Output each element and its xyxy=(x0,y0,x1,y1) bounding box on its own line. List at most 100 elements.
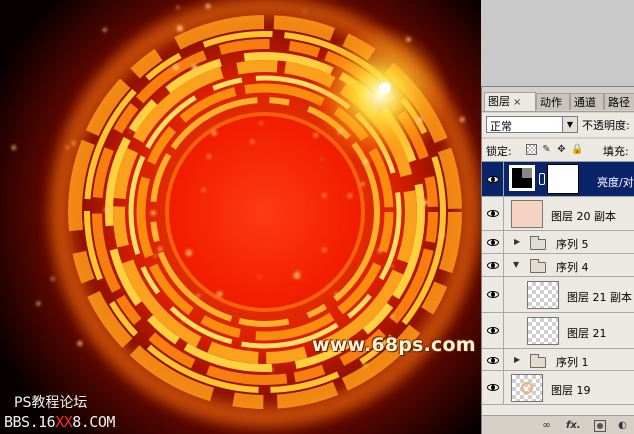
adjustment-icon[interactable]: ◐ xyxy=(616,419,629,432)
spark-particle xyxy=(268,366,274,373)
spark-particle xyxy=(459,116,466,123)
spark-particle xyxy=(259,121,263,125)
layer-group-row[interactable]: ▶ 序列 1 xyxy=(482,349,634,371)
spark-particle xyxy=(390,264,395,269)
layer-row[interactable]: 图层 21 xyxy=(482,313,634,349)
spark-particle xyxy=(248,348,251,352)
watermark-site-name: PS教程论坛 xyxy=(14,395,88,411)
spark-particle xyxy=(437,231,446,240)
spark-particle xyxy=(206,154,212,159)
layer-name: 序列 4 xyxy=(556,261,589,274)
spark-particle xyxy=(176,5,180,10)
chevron-right-icon[interactable]: ▶ xyxy=(514,355,520,364)
spark-particle xyxy=(204,2,212,10)
spark-particle xyxy=(303,10,307,13)
spark-particle xyxy=(321,157,324,160)
mask-icon[interactable] xyxy=(594,420,606,432)
close-icon[interactable]: × xyxy=(513,97,521,108)
layer-mask-thumbnail[interactable] xyxy=(547,164,579,194)
layer-group-row[interactable]: ▶ 序列 5 xyxy=(482,231,634,254)
link-icon[interactable] xyxy=(539,173,545,185)
spark-particle xyxy=(334,291,340,297)
lock-transparency-icon[interactable] xyxy=(526,144,537,155)
eye-icon[interactable] xyxy=(487,239,499,246)
opacity-label: 不透明度: xyxy=(582,119,630,132)
layers-panel: 图层 × 动作 通道 路径 正常 ▼ 不透明度: 锁定: ✎ ✥ 🔒 填充: 亮… xyxy=(481,86,634,434)
spark-particle xyxy=(103,205,112,214)
chevron-down-icon[interactable]: ▼ xyxy=(562,117,577,132)
lock-move-icon[interactable]: ✥ xyxy=(556,144,567,155)
spark-particle xyxy=(362,362,368,369)
lock-brush-icon[interactable]: ✎ xyxy=(541,144,552,155)
folder-icon xyxy=(530,259,546,273)
layer-row-adjustment[interactable]: 亮度/对 xyxy=(482,162,634,197)
eye-icon[interactable] xyxy=(487,176,499,183)
spark-particle xyxy=(347,193,353,199)
tab-actions[interactable]: 动作 xyxy=(536,93,570,110)
layer-row[interactable]: 图层 21 副本 xyxy=(482,277,634,313)
spark-particle xyxy=(80,221,84,225)
spark-particle xyxy=(361,157,370,166)
spark-particle xyxy=(175,24,185,33)
eye-cell xyxy=(482,254,504,276)
spark-particle xyxy=(313,327,316,330)
watermark-url: www.68ps.com xyxy=(312,334,476,356)
layer-name: 图层 20 副本 xyxy=(551,210,616,223)
layer-thumbnail xyxy=(527,317,559,345)
layer-thumbnail xyxy=(527,281,559,309)
fx-icon[interactable]: fx. xyxy=(566,419,581,432)
spark-particle xyxy=(297,270,300,273)
spark-particle xyxy=(313,132,319,138)
tab-channels[interactable]: 通道 xyxy=(570,93,604,110)
layer-name: 图层 21 xyxy=(567,327,607,340)
folder-icon xyxy=(530,354,546,368)
eye-cell xyxy=(482,313,504,348)
panel-bottom-bar: ∞ fx. ◐ xyxy=(482,415,634,434)
tab-layers[interactable]: 图层 × xyxy=(484,92,536,111)
eye-cell xyxy=(482,277,504,312)
lock-bar: 锁定: ✎ ✥ 🔒 填充: xyxy=(482,139,634,162)
chevron-down-icon[interactable]: ▼ xyxy=(513,260,519,269)
spark-particle xyxy=(191,348,197,355)
spark-particle xyxy=(377,248,383,254)
workspace-background xyxy=(481,0,634,86)
eye-icon[interactable] xyxy=(487,384,499,391)
eye-icon[interactable] xyxy=(487,262,499,269)
eye-icon[interactable] xyxy=(487,210,499,217)
layer-name: 序列 1 xyxy=(556,356,589,369)
spark-particle xyxy=(65,145,70,150)
panel-tabs: 图层 × 动作 通道 路径 xyxy=(482,87,634,112)
spark-particle xyxy=(76,340,84,347)
eye-cell xyxy=(482,197,504,230)
spark-particle xyxy=(210,129,218,137)
lock-all-icon[interactable]: 🔒 xyxy=(571,144,583,155)
blend-mode-value: 正常 xyxy=(490,120,512,133)
eye-icon[interactable] xyxy=(487,291,499,298)
spark-particle xyxy=(201,188,206,193)
layer-name: 亮度/对 xyxy=(597,176,634,189)
eye-cell xyxy=(482,371,504,404)
eye-cell xyxy=(482,162,504,196)
spark-particle xyxy=(71,140,76,146)
lock-label: 锁定: xyxy=(486,145,512,158)
blend-mode-bar: 正常 ▼ 不透明度: xyxy=(482,113,634,137)
layer-row[interactable]: 图层 19 xyxy=(482,371,634,405)
spark-particle xyxy=(184,248,193,257)
tab-paths[interactable]: 路径 xyxy=(604,93,634,110)
eye-icon[interactable] xyxy=(487,357,499,364)
blend-mode-select[interactable]: 正常 ▼ xyxy=(486,116,578,133)
layer-group-row[interactable]: ▼ 序列 4 xyxy=(482,254,634,277)
spark-particle xyxy=(415,115,425,125)
eye-icon[interactable] xyxy=(487,327,499,334)
spark-particle xyxy=(157,246,164,253)
spark-particle xyxy=(136,117,141,122)
spark-particle xyxy=(50,276,55,282)
spark-particle xyxy=(376,109,382,116)
layer-row[interactable]: 图层 20 副本 xyxy=(482,197,634,231)
spark-particle xyxy=(215,290,224,298)
link-icon[interactable]: ∞ xyxy=(540,419,553,432)
spark-particle xyxy=(257,275,261,279)
layer-name: 图层 21 副本 xyxy=(567,291,632,304)
chevron-right-icon[interactable]: ▶ xyxy=(514,237,520,246)
spark-particle xyxy=(405,36,412,43)
